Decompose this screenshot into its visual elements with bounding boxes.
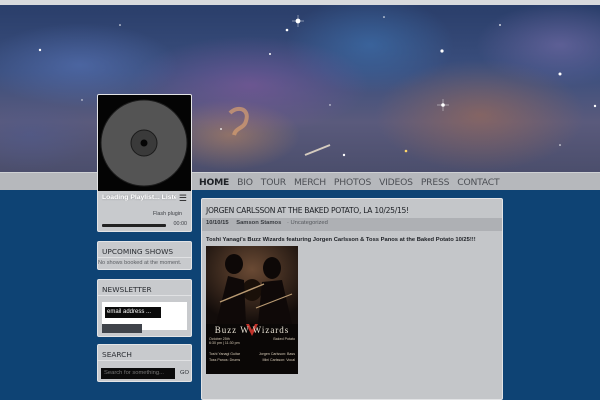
poster-event-info: October 25th Baked Potato 6:30 pm | 11:3… [209,337,295,346]
flash-notice: Flash plugin [152,211,182,217]
subscribe-button[interactable] [102,324,142,333]
playlist-icon[interactable]: ☰ [179,193,187,204]
poster-venue: Baked Potato [273,337,295,341]
poster-lineup: Toshi Yanagi Guitar Jorgen Carlsson: Bas… [209,352,295,363]
widget-title: SEARCH [98,345,191,361]
post-meta: 10/10/15 Samson Stamos · Uncategorized [202,218,502,231]
player-time: 00:00 [173,221,188,227]
nav-press[interactable]: PRESS [421,177,450,188]
nav-tour[interactable]: TOUR [261,177,286,188]
main-nav: HOME BIO TOUR MERCH PHOTOS VIDEOS PRESS … [193,172,600,190]
nav-merch[interactable]: MERCH [294,177,326,188]
nav-photos[interactable]: PHOTOS [334,177,371,188]
nav-bio[interactable]: BIO [237,177,253,188]
lineup-member: Toss Panos: Drums [209,357,241,362]
music-player: Loading Playlist... Listening? Nothing Q… [97,94,192,232]
post-title[interactable]: JORGEN CARLSSON AT THE BAKED POTATO, LA … [202,199,502,218]
player-progress-bar[interactable] [102,224,166,227]
search-widget: SEARCH Search for something... GO [97,344,192,382]
header-banner [0,5,600,172]
widget-title: UPCOMING SHOWS [98,242,191,258]
newsletter-widget: NEWSLETTER email address ... [97,279,192,337]
lineup-member: Mini Carlsson: Vocal [262,357,295,362]
nav-contact[interactable]: CONTACT [457,177,499,188]
email-input[interactable]: email address ... [105,307,161,318]
blog-post: JORGEN CARLSSON AT THE BAKED POTATO, LA … [201,198,503,400]
upcoming-shows-widget: UPCOMING SHOWS No shows booked at the mo… [97,241,192,270]
post-author[interactable]: Samson Stamos [236,220,281,226]
nav-videos[interactable]: VIDEOS [379,177,413,188]
event-poster[interactable]: Buzz W Wizards October 25th Baked Potato… [206,246,298,374]
album-art [98,95,191,191]
player-status: Loading Playlist... Listening? Nothing Q… [102,194,176,201]
search-go-button[interactable]: GO [180,370,189,376]
disc-icon [100,99,188,187]
post-body: Toshi Yanagi's Buzz Wizards featuring Jo… [206,237,476,243]
nav-home[interactable]: HOME [199,177,229,188]
post-date: 10/10/15 [206,220,229,226]
search-input[interactable]: Search for something... [101,368,175,379]
no-shows-message: No shows booked at the moment. [98,260,182,266]
starfield [38,15,597,157]
post-category[interactable]: · Uncategorized [287,220,328,226]
widget-title: NEWSLETTER [98,280,191,296]
poster-time: 6:30 pm | 11:30 pm [209,341,240,346]
poster-logo: Buzz W Wizards [214,325,290,335]
